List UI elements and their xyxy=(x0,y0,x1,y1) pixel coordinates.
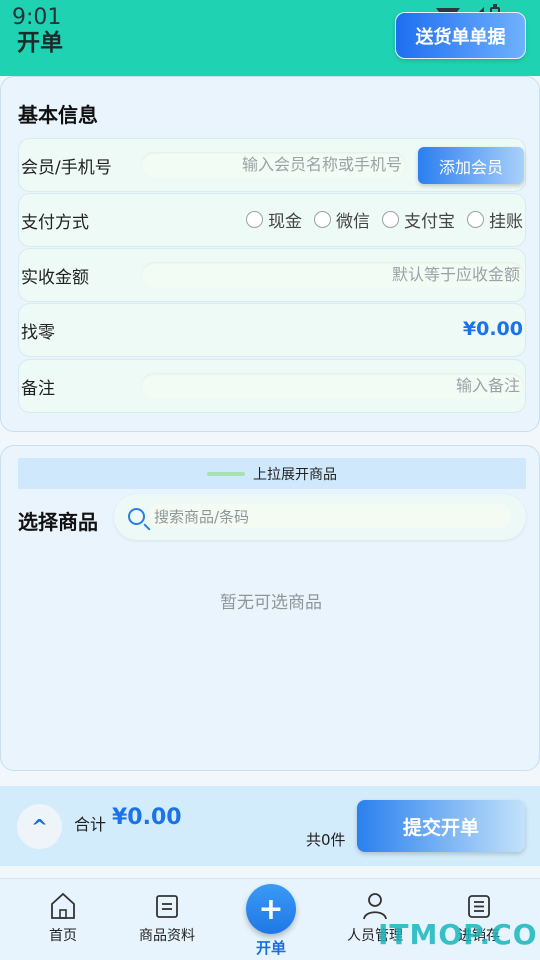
goods-search-input[interactable]: 搜索商品/条码 xyxy=(154,506,249,527)
tab-goods-info[interactable]: 商品资料 xyxy=(122,891,212,945)
page-title: 开单 xyxy=(17,30,63,56)
submit-order-button[interactable]: 提交开单 xyxy=(357,800,525,852)
delivery-note-button[interactable]: 送货单单据 xyxy=(395,12,526,59)
member-row: 会员/手机号 输入会员名称或手机号 添加会员 xyxy=(18,138,526,192)
tab-create-order-label[interactable]: 开单 xyxy=(246,937,296,958)
summary-bar: ^ 合计 ¥0.00 共0件 提交开单 xyxy=(0,786,540,866)
change-row: 找零 ¥0.00 xyxy=(18,303,526,357)
add-member-button[interactable]: 添加会员 xyxy=(418,147,524,184)
change-value: ¥0.00 xyxy=(462,318,523,340)
empty-goods-message: 暂无可选商品 xyxy=(220,593,322,613)
app-header: 9:01 开单 送货单单据 xyxy=(0,0,540,76)
remark-label: 备注 xyxy=(21,379,55,399)
list-icon xyxy=(468,895,490,918)
payment-option-alipay[interactable]: 支付宝 xyxy=(382,207,455,232)
received-label: 实收金额 xyxy=(21,268,89,288)
payment-option-cash[interactable]: 现金 xyxy=(246,207,302,232)
payment-option-credit[interactable]: 挂账 xyxy=(467,207,523,232)
goods-card: 上拉展开商品 选择商品 搜索商品/条码 暂无可选商品 xyxy=(0,445,540,771)
tab-goods-info-label: 商品资料 xyxy=(139,928,195,944)
total-value: ¥0.00 xyxy=(112,805,182,830)
remark-row: 备注 输入备注 xyxy=(18,359,526,413)
received-amount-input[interactable]: 默认等于应收金额 xyxy=(141,262,524,288)
payment-label: 支付方式 xyxy=(21,213,89,233)
tab-home[interactable]: 首页 xyxy=(18,891,108,945)
document-icon xyxy=(156,895,178,918)
plus-icon[interactable]: + xyxy=(246,884,296,934)
tab-home-label: 首页 xyxy=(49,928,77,944)
change-label: 找零 xyxy=(21,323,55,343)
drag-handle-icon xyxy=(207,471,245,476)
payment-option-wechat[interactable]: 微信 xyxy=(314,207,370,232)
item-count: 共0件 xyxy=(306,831,346,849)
expand-cart-button[interactable]: ^ xyxy=(17,804,62,849)
received-row: 实收金额 默认等于应收金额 xyxy=(18,248,526,302)
radio-icon xyxy=(467,211,484,228)
member-label: 会员/手机号 xyxy=(21,158,112,178)
radio-icon xyxy=(246,211,263,228)
total-label: 合计 xyxy=(74,815,107,834)
watermark: ITMOP.COM xyxy=(378,918,540,951)
basic-info-title: 基本信息 xyxy=(18,103,98,127)
payment-options: 现金 微信 支付宝 挂账 xyxy=(246,207,523,232)
search-icon xyxy=(128,508,145,525)
person-icon xyxy=(363,893,387,920)
select-goods-title: 选择商品 xyxy=(18,510,98,534)
home-icon xyxy=(51,892,75,919)
pull-up-hint: 上拉展开商品 xyxy=(253,466,337,483)
pull-up-handle[interactable]: 上拉展开商品 xyxy=(18,458,526,489)
member-input[interactable]: 输入会员名称或手机号 xyxy=(141,152,406,178)
payment-row: 支付方式 现金 微信 支付宝 挂账 xyxy=(18,193,526,247)
basic-info-card: 基本信息 会员/手机号 输入会员名称或手机号 添加会员 支付方式 现金 微信 支… xyxy=(0,76,540,432)
radio-icon xyxy=(382,211,399,228)
goods-search-box[interactable]: 搜索商品/条码 xyxy=(114,494,526,540)
radio-icon xyxy=(314,211,331,228)
remark-input[interactable]: 输入备注 xyxy=(141,373,524,399)
